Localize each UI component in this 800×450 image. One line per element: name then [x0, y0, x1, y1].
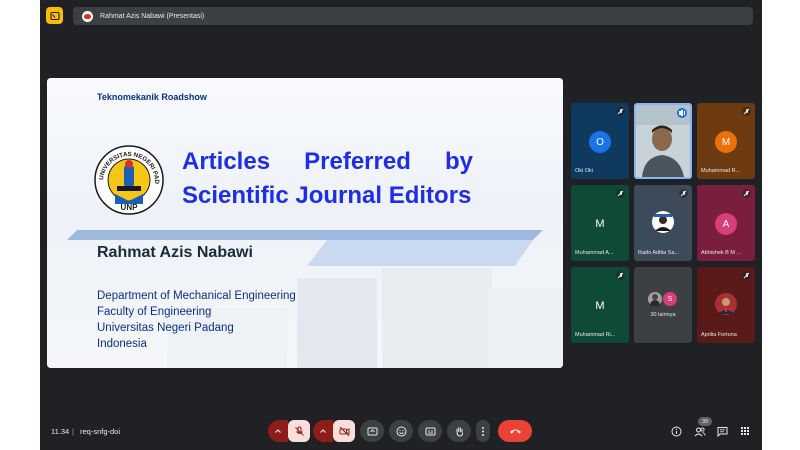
present-icon [367, 427, 377, 435]
avatar: S [663, 292, 677, 306]
mic-off-icon [616, 271, 625, 280]
panel-icon [49, 11, 60, 20]
background-building [297, 278, 377, 368]
captions-button[interactable] [418, 420, 442, 442]
participant-tile-active-speaker[interactable] [634, 103, 692, 179]
slide-title-word: Preferred [304, 148, 411, 175]
others-tile[interactable]: S 30 lainnya [634, 267, 692, 343]
leave-call-button[interactable] [498, 420, 532, 442]
info-icon [671, 426, 681, 436]
bottom-control-bar: 11.34 | req-snfg-doi 39 [40, 416, 762, 446]
meeting-details-button[interactable] [669, 424, 683, 438]
participant-name: Muhammad A... [575, 250, 614, 256]
camera-options-button[interactable] [313, 420, 333, 442]
participant-tile[interactable]: M Muhammad Ri... [571, 267, 629, 343]
slide-author: Rahmat Azis Nabawi [97, 244, 253, 261]
others-count-label: 30 lainnya [650, 312, 676, 318]
slide-title-line-2: Scientific Journal Editors [182, 182, 472, 209]
logo-unp-text: UNP [121, 203, 139, 212]
mic-off-icon [616, 189, 625, 198]
raise-hand-button[interactable] [447, 420, 471, 442]
participant-tile[interactable]: Aprilia Fortuna [697, 267, 755, 343]
chat-button[interactable] [715, 424, 729, 438]
participant-name: Rado Aditia Sa... [638, 250, 679, 256]
slide-title-line-1: Articles Preferred by [182, 148, 473, 176]
separator: | [72, 427, 74, 436]
mic-toggle-button[interactable] [288, 420, 310, 442]
clock: 11.34 [51, 427, 70, 436]
background-building [487, 288, 563, 368]
chevron-up-icon [320, 429, 326, 433]
avatar: M [589, 213, 611, 235]
presentation-title: Rahmat Azis Nabawi (Presentasi) [100, 12, 205, 20]
mic-off-icon [294, 426, 304, 436]
affiliation-line: Department of Mechanical Engineering [97, 290, 296, 302]
chevron-up-icon [275, 429, 281, 433]
more-vert-icon [482, 426, 484, 436]
participant-tile[interactable]: O Oki Oki [571, 103, 629, 179]
avatar [652, 211, 674, 233]
avatar: M [715, 131, 737, 153]
presentation-chip[interactable]: Rahmat Azis Nabawi (Presentasi) [73, 7, 753, 25]
avatar: M [589, 295, 611, 317]
mic-off-icon [742, 271, 751, 280]
emoji-icon [396, 426, 406, 436]
affiliation-line: Faculty of Engineering [97, 306, 212, 318]
participant-tile[interactable]: M Muhammad R... [697, 103, 755, 179]
side-panel-button[interactable] [46, 7, 63, 24]
meet-window: Rahmat Azis Nabawi (Presentasi) Teknomek… [40, 0, 762, 450]
participant-name: Muhammad Ri... [575, 332, 616, 338]
affiliation-line: Universitas Negeri Padang [97, 322, 234, 334]
raise-hand-icon [456, 426, 463, 437]
people-icon [694, 426, 706, 436]
activities-button[interactable] [738, 424, 752, 438]
mic-off-icon [742, 107, 751, 116]
event-label: Teknomekanik Roadshow [97, 92, 207, 102]
shared-slide: Teknomekanik Roadshow UNIVERSITAS NEGERI… [47, 78, 563, 368]
avatar [715, 293, 737, 315]
unp-logo: UNIVERSITAS NEGERI PADANG UNP [93, 144, 164, 215]
participant-name: Muhammad R... [701, 168, 741, 174]
chat-icon [717, 426, 727, 437]
call-end-icon [509, 429, 521, 434]
participant-name: Aprilia Fortuna [701, 332, 737, 338]
camera-off-icon [339, 426, 349, 436]
participant-name: Oki Oki [575, 168, 594, 174]
people-button[interactable] [693, 424, 707, 438]
participant-tile[interactable]: Rado Aditia Sa... [634, 185, 692, 261]
speaking-indicator-icon [677, 108, 687, 118]
activities-icon [741, 427, 749, 435]
slide-title-word: by [444, 148, 473, 175]
slide-affiliation: Department of Mechanical Engineering Fac… [97, 288, 296, 352]
meeting-code: req-snfg-doi [80, 427, 121, 436]
reactions-button[interactable] [389, 420, 413, 442]
affiliation-line: Indonesia [97, 338, 147, 350]
mic-off-icon [742, 189, 751, 198]
slide-title-word: Articles [182, 148, 271, 175]
avatar [648, 292, 662, 306]
present-button[interactable] [360, 420, 384, 442]
presenter-avatar [82, 10, 93, 22]
avatar: O [589, 131, 611, 153]
participant-count-badge: 39 [698, 417, 712, 426]
more-options-button[interactable] [476, 420, 490, 442]
participant-tile[interactable]: A Abhishek B M ... [697, 185, 755, 261]
top-bar: Rahmat Azis Nabawi (Presentasi) [40, 0, 762, 30]
mic-off-icon [616, 107, 625, 116]
mic-options-button[interactable] [268, 420, 288, 442]
participant-name: Abhishek B M ... [701, 250, 742, 256]
avatar: A [715, 213, 737, 235]
participant-tile[interactable]: M Muhammad A... [571, 185, 629, 261]
captions-icon [425, 427, 435, 435]
mic-off-icon [679, 189, 688, 198]
background-building [382, 268, 492, 368]
camera-toggle-button[interactable] [333, 420, 355, 442]
